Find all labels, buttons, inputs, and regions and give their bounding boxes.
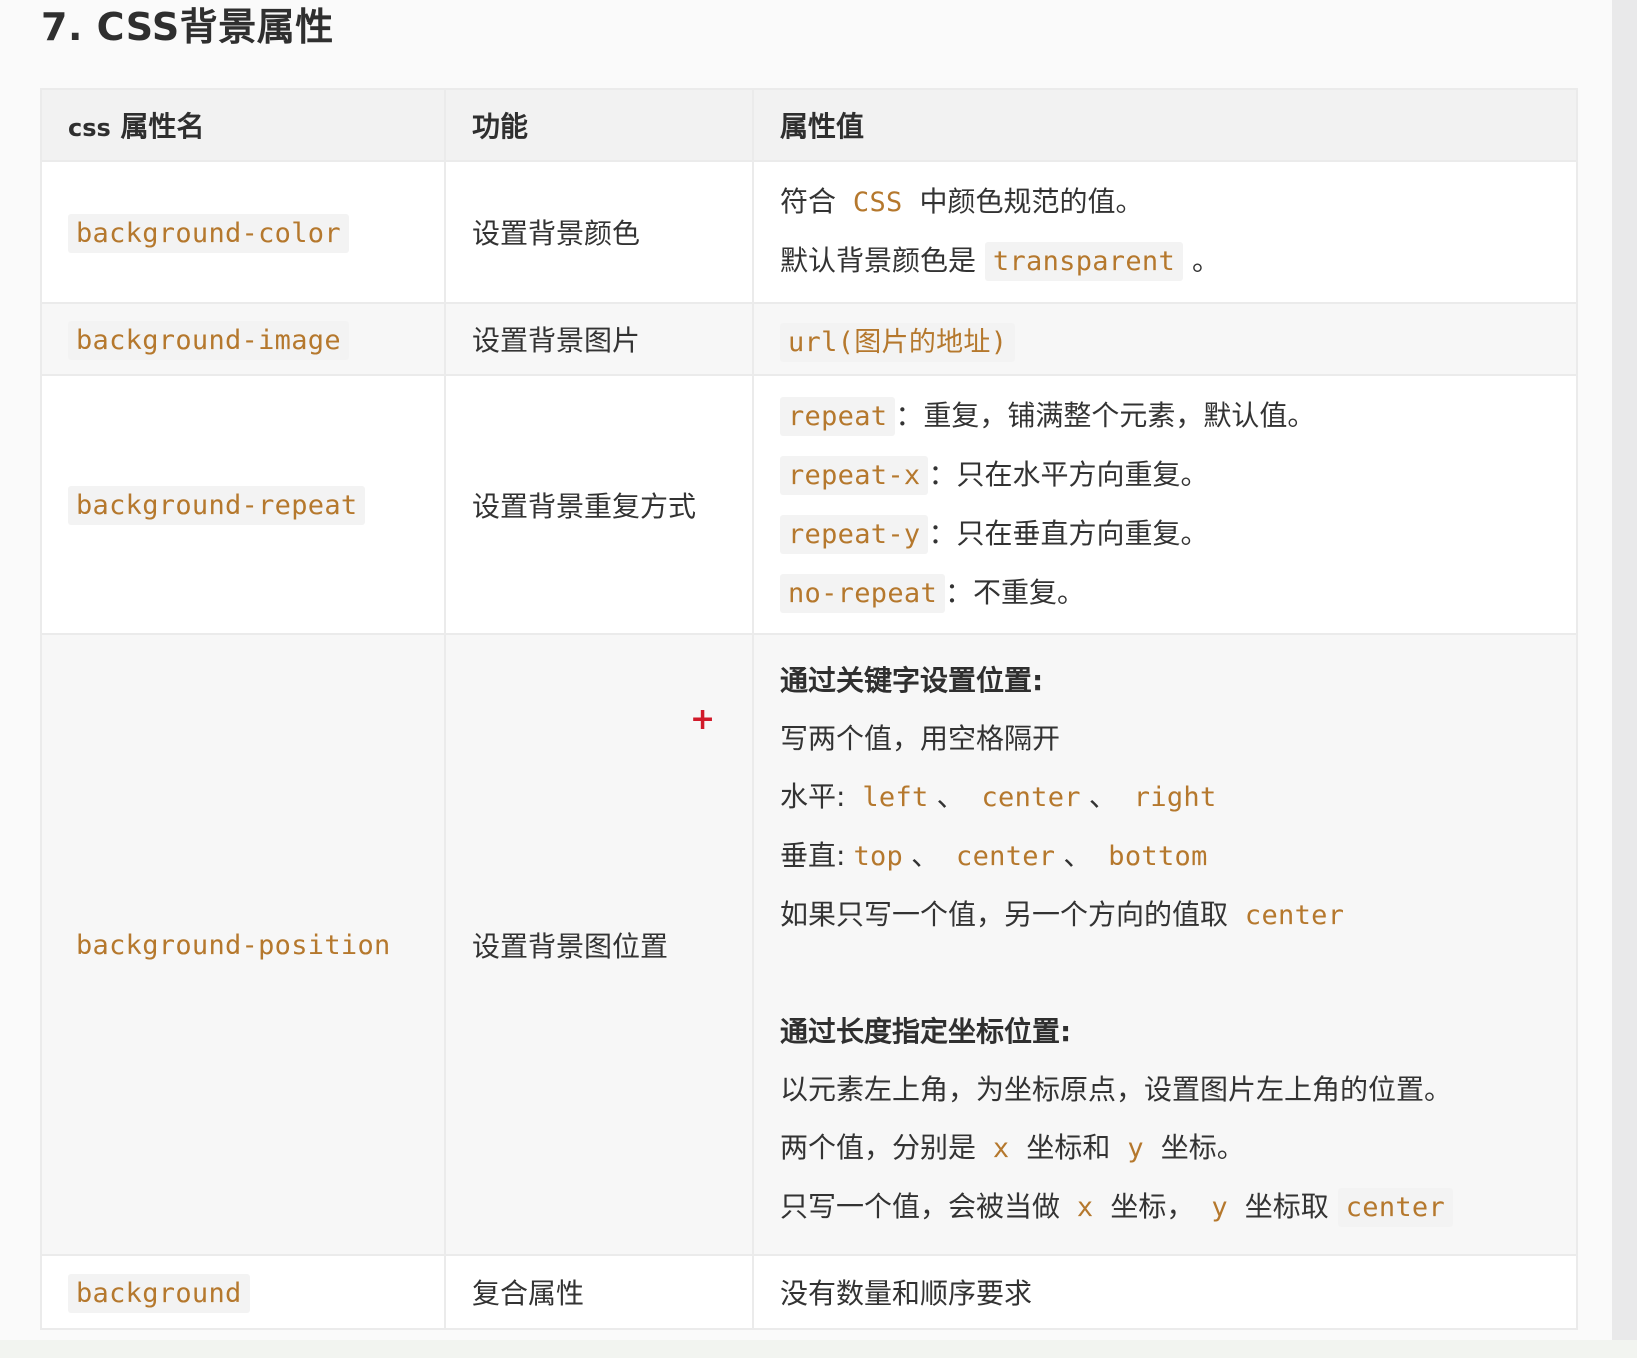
value-text: 坐标， — [1110, 1190, 1195, 1223]
value-line: 默认背景颜色是 transparent 。 — [780, 232, 1576, 291]
table-row: background-repeat 设置背景重复方式 repeat ：重复，铺满整… — [40, 374, 1578, 635]
value-text: 。 — [1191, 244, 1220, 277]
value-line: 垂直: top、 center、 bottom — [780, 827, 1576, 886]
property-name-code: background-image — [68, 320, 349, 360]
value-code: center — [1244, 900, 1345, 931]
function-cell: 设置背景图片 — [444, 302, 754, 376]
value-cell: repeat ：重复，铺满整个元素，默认值。 repeat-x ：只在水平方向重复。… — [752, 374, 1578, 635]
table-row: background 复合属性 没有数量和顺序要求 — [40, 1254, 1578, 1330]
value-text: 符合 — [780, 185, 837, 218]
value-cell: 通过关键字设置位置: 写两个值，用空格隔开 水平: left、 center、 … — [752, 633, 1578, 1256]
header-property-name: css 属性名 — [40, 88, 446, 162]
value-code: center — [981, 782, 1081, 813]
value-text: ： — [928, 516, 957, 550]
function-cell: 设置背景颜色 — [444, 160, 754, 304]
value-text: 、 — [936, 780, 965, 813]
value-text: 两个值，分别是 — [780, 1131, 977, 1164]
header-property-name-text: 属性名 — [120, 110, 205, 143]
value-code: x — [992, 1133, 1010, 1164]
value-text: 中颜色规范的值。 — [919, 185, 1144, 218]
property-name-code: background — [68, 1273, 250, 1313]
value-text: ： — [945, 575, 974, 609]
value-line: 写两个值，用空格隔开 — [780, 722, 1061, 755]
value-text: 重复，铺满整个元素，默认值。 — [923, 398, 1316, 432]
value-text: ： — [928, 457, 957, 491]
value-line: 符合 CSS 中颜色规范的值。 — [780, 173, 1576, 232]
value-text: 、 — [911, 839, 940, 872]
value-text: 如果只写一个值，另一个方向的值取 — [780, 898, 1229, 931]
table-row: background-color 设置背景颜色 符合 CSS 中颜色规范的值。 … — [40, 160, 1578, 304]
table-row: background-position 设置背景图位置 通过关键字设置位置: 写… — [40, 633, 1578, 1256]
keyword-subtitle: 通过关键字设置位置: — [780, 664, 1044, 697]
property-name-code: background-repeat — [68, 486, 366, 525]
value-cell: url(图片的地址) — [752, 302, 1578, 376]
property-name-cell: background-repeat — [40, 374, 446, 635]
value-cell: 没有数量和顺序要求 — [752, 1254, 1578, 1330]
value-text: 、 — [1088, 780, 1117, 813]
property-name-code: background-color — [68, 213, 349, 253]
value-code: top — [853, 841, 904, 872]
value-line: 只写一个值，会被当做 x 坐标， y 坐标取 center — [780, 1178, 1576, 1237]
value-code: bottom — [1108, 841, 1208, 872]
css-background-properties-table: css 属性名 功能 属性值 background-color 设置背景颜色 符… — [40, 88, 1578, 1330]
value-cell: 符合 CSS 中颜色规范的值。 默认背景颜色是 transparent 。 — [752, 160, 1578, 304]
value-text: 默认背景颜色是 — [780, 244, 977, 277]
table-row: background-image 设置背景图片 url(图片的地址) — [40, 302, 1578, 376]
value-text: 只写一个值，会被当做 — [780, 1190, 1061, 1223]
value-code: right — [1133, 782, 1217, 813]
value-text: 垂直: — [780, 839, 846, 872]
property-name-code: background-position — [76, 930, 391, 961]
table-header-row: css 属性名 功能 属性值 — [40, 88, 1578, 162]
plus-cursor-icon: + — [690, 702, 716, 737]
value-line: repeat ：重复，铺满整个元素，默认值。 — [780, 387, 1576, 446]
value-text: 水平: — [780, 780, 846, 813]
window-edge-strip — [1612, 0, 1637, 1358]
value-text: 、 — [1063, 839, 1092, 872]
property-name-cell: background-position — [40, 633, 446, 1256]
value-code: CSS — [852, 187, 903, 218]
header-css-abbr: css — [68, 114, 111, 142]
section-heading: 7. CSS背景属性 — [41, 5, 334, 49]
value-code: no-repeat — [780, 573, 945, 613]
value-text: 只在水平方向重复。 — [956, 457, 1209, 491]
value-text: 坐标取 — [1244, 1190, 1329, 1223]
value-code: center — [1337, 1188, 1454, 1227]
property-name-cell: background-color — [40, 160, 446, 304]
value-code: y — [1127, 1133, 1144, 1164]
value-code: y — [1211, 1192, 1228, 1223]
value-code: x — [1076, 1192, 1094, 1223]
value-code: repeat — [780, 396, 896, 436]
function-cell: 复合属性 — [444, 1254, 754, 1330]
value-line: repeat-y ：只在垂直方向重复。 — [780, 505, 1576, 564]
value-text: ： — [895, 398, 924, 432]
value-code: repeat-y — [780, 514, 929, 554]
value-line: no-repeat ：不重复。 — [780, 564, 1576, 623]
value-text: 坐标和 — [1026, 1131, 1111, 1164]
value-line: 水平: left、 center、 right — [780, 768, 1576, 827]
value-code: url(图片的地址) — [780, 322, 1016, 362]
value-line: 两个值，分别是 x 坐标和 y 坐标。 — [780, 1119, 1576, 1178]
value-text: 只在垂直方向重复。 — [956, 516, 1209, 550]
header-property-value: 属性值 — [752, 88, 1578, 162]
length-subtitle: 通过长度指定坐标位置: — [780, 1015, 1072, 1048]
property-name-cell: background-image — [40, 302, 446, 376]
header-function: 功能 — [444, 88, 754, 162]
property-name-cell: background — [40, 1254, 446, 1330]
value-code: transparent — [984, 242, 1184, 281]
value-line: 如果只写一个值，另一个方向的值取 center — [780, 886, 1576, 945]
value-text: 不重复。 — [973, 575, 1086, 609]
function-cell: 设置背景重复方式 — [444, 374, 754, 635]
value-code: left — [862, 782, 929, 813]
value-line: repeat-x ：只在水平方向重复。 — [780, 446, 1576, 505]
value-text: 坐标。 — [1160, 1131, 1245, 1164]
value-code: center — [956, 841, 1056, 872]
value-code: repeat-x — [780, 455, 929, 495]
bottom-edge-strip — [0, 1340, 1637, 1358]
value-line: 以元素左上角，为坐标原点，设置图片左上角的位置。 — [780, 1073, 1453, 1106]
